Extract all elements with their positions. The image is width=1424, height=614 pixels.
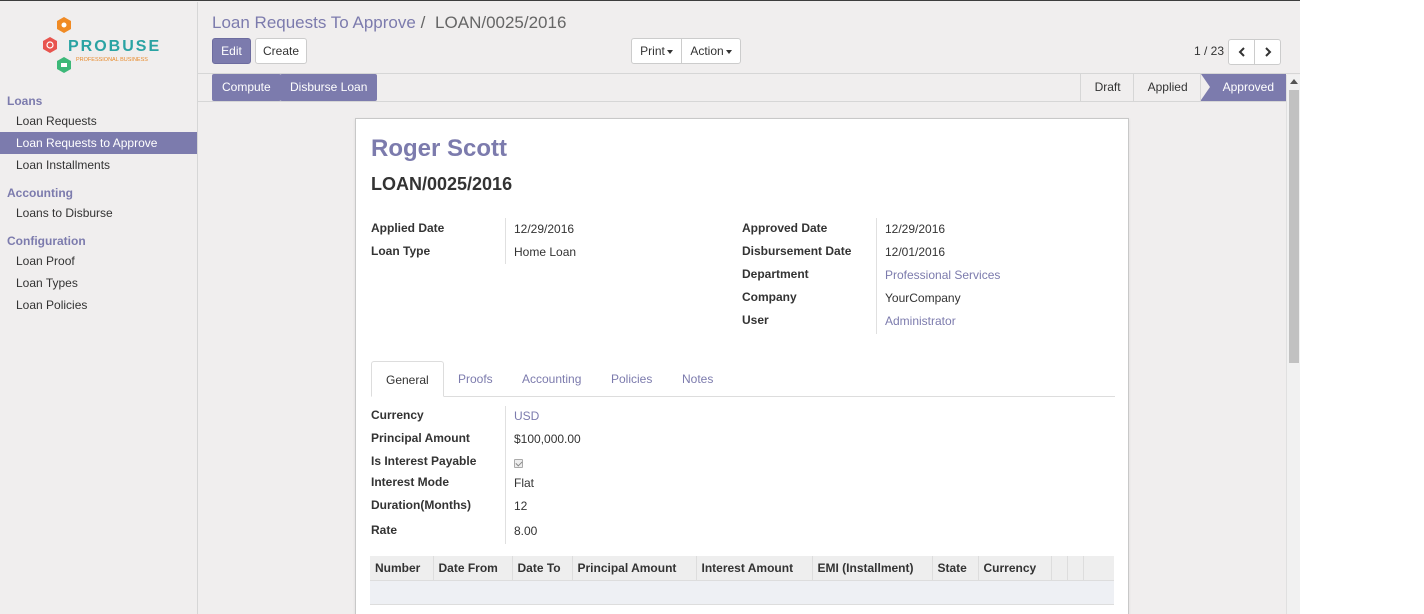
pager-value[interactable]: 1 / 23 xyxy=(1194,44,1224,58)
rate-label: Rate xyxy=(371,523,398,537)
interest-payable-checkbox[interactable] xyxy=(514,459,523,468)
brand-name: PROBUSE xyxy=(68,38,161,55)
tab-accounting[interactable]: Accounting xyxy=(522,361,581,397)
interest-mode-value: Flat xyxy=(514,476,535,490)
scroll-up-arrow-icon[interactable] xyxy=(1290,79,1298,84)
company-value: YourCompany xyxy=(885,291,961,305)
field-divider xyxy=(505,218,506,264)
employee-name: Roger Scott xyxy=(371,135,508,162)
caret-down-icon xyxy=(666,49,673,54)
form-sheet: Roger Scott LOAN/0025/2016 Applied Date … xyxy=(355,118,1129,614)
breadcrumb-parent[interactable]: Loan Requests To Approve xyxy=(212,13,416,32)
interest-mode-label: Interest Mode xyxy=(371,475,450,489)
caret-down-icon xyxy=(725,49,732,54)
loan-number: LOAN/0025/2016 xyxy=(371,174,513,194)
disbursement-date-label: Disbursement Date xyxy=(742,244,852,258)
action-dropdown[interactable]: Action xyxy=(681,38,741,64)
duration-value: 12 xyxy=(514,499,528,513)
column-principal-amount[interactable]: Principal Amount xyxy=(572,556,697,580)
applied-date-value: 12/29/2016 xyxy=(514,222,575,236)
app-window: PROBUSE PROFESSIONAL BUSINESS Loans Loan… xyxy=(0,0,1300,614)
stage-draft[interactable]: Draft xyxy=(1079,74,1133,101)
company-label: Company xyxy=(742,290,797,304)
approved-date-label: Approved Date xyxy=(742,221,828,235)
sidebar-section-configuration: Configuration xyxy=(7,234,86,248)
sidebar-item-loan-proof[interactable]: Loan Proof xyxy=(0,250,197,272)
chevron-left-icon xyxy=(1238,47,1245,57)
user-link[interactable]: Administrator xyxy=(885,314,956,328)
column-extra xyxy=(1051,556,1068,580)
sidebar: PROBUSE PROFESSIONAL BUSINESS Loans Loan… xyxy=(0,2,198,614)
sidebar-item-loan-policies[interactable]: Loan Policies xyxy=(0,294,197,316)
department-link[interactable]: Professional Services xyxy=(885,268,1000,282)
column-number[interactable]: Number xyxy=(370,556,434,580)
column-extra xyxy=(1083,556,1114,580)
stage-approved[interactable]: Approved xyxy=(1199,74,1286,101)
field-divider xyxy=(876,218,877,334)
create-button[interactable]: Create xyxy=(255,38,307,64)
department-label: Department xyxy=(742,267,809,281)
print-dropdown[interactable]: Print xyxy=(631,38,682,64)
installments-table: Number Date From Date To Principal Amoun… xyxy=(370,556,1114,605)
column-date-from[interactable]: Date From xyxy=(433,556,513,580)
disburse-loan-button[interactable]: Disburse Loan xyxy=(280,74,378,101)
loan-type-value: Home Loan xyxy=(514,245,577,259)
edit-button[interactable]: Edit xyxy=(212,38,251,64)
control-panel: Loan Requests To Approve / LOAN/0025/201… xyxy=(198,2,1300,74)
sidebar-section-accounting: Accounting xyxy=(7,186,73,200)
blank-area xyxy=(1300,0,1424,614)
column-currency[interactable]: Currency xyxy=(978,556,1052,580)
action-label: Action xyxy=(690,44,724,58)
chevron-right-icon xyxy=(1264,47,1271,57)
print-label: Print xyxy=(640,44,665,58)
sidebar-section-loans: Loans xyxy=(7,94,43,108)
duration-label: Duration(Months) xyxy=(371,498,471,512)
tab-general[interactable]: General xyxy=(371,361,444,397)
scrollbar-thumb[interactable] xyxy=(1289,90,1299,363)
column-date-to[interactable]: Date To xyxy=(512,556,573,580)
stage-pipeline: Draft Applied Approved xyxy=(1079,74,1286,101)
brand-tagline: PROFESSIONAL BUSINESS xyxy=(76,57,148,63)
disbursement-date-value: 12/01/2016 xyxy=(885,245,946,259)
notebook-tabs: General Proofs Accounting Policies Notes xyxy=(371,361,1115,397)
column-extra xyxy=(1067,556,1084,580)
scrollbar[interactable] xyxy=(1286,75,1300,614)
stage-applied[interactable]: Applied xyxy=(1132,74,1200,101)
table-row xyxy=(370,579,1114,605)
currency-label: Currency xyxy=(371,408,424,422)
sidebar-item-loan-installments[interactable]: Loan Installments xyxy=(0,154,197,176)
rate-value: 8.00 xyxy=(514,524,538,538)
interest-payable-label: Is Interest Payable xyxy=(371,454,477,468)
user-label: User xyxy=(742,313,769,327)
tab-policies[interactable]: Policies xyxy=(611,361,652,397)
column-interest-amount[interactable]: Interest Amount xyxy=(696,556,813,580)
breadcrumb: Loan Requests To Approve / LOAN/0025/201… xyxy=(212,13,566,33)
sidebar-item-loan-requests-to-approve[interactable]: Loan Requests to Approve xyxy=(0,132,197,154)
sidebar-item-loan-types[interactable]: Loan Types xyxy=(0,272,197,294)
currency-link[interactable]: USD xyxy=(514,409,539,423)
loan-type-label: Loan Type xyxy=(371,244,431,258)
statusbar: Compute Disburse Loan Draft Applied Appr… xyxy=(198,74,1286,102)
tab-proofs[interactable]: Proofs xyxy=(458,361,493,397)
applied-date-label: Applied Date xyxy=(371,221,445,235)
approved-date-value: 12/29/2016 xyxy=(885,222,946,236)
tab-notes[interactable]: Notes xyxy=(682,361,713,397)
table-header-row: Number Date From Date To Principal Amoun… xyxy=(370,556,1114,580)
empty-row xyxy=(370,579,1114,605)
column-emi[interactable]: EMI (Installment) xyxy=(812,556,933,580)
field-divider xyxy=(505,406,506,544)
sidebar-item-loans-to-disburse[interactable]: Loans to Disburse xyxy=(0,202,197,224)
compute-button[interactable]: Compute xyxy=(212,74,281,101)
principal-amount-label: Principal Amount xyxy=(371,431,470,445)
pager-next-button[interactable] xyxy=(1254,39,1281,65)
column-state[interactable]: State xyxy=(932,556,979,580)
pager-previous-button[interactable] xyxy=(1228,39,1255,65)
breadcrumb-separator: / xyxy=(420,13,426,32)
probuse-logo: PROBUSE PROFESSIONAL BUSINESS xyxy=(43,17,161,73)
principal-amount-value: $100,000.00 xyxy=(514,432,581,446)
sidebar-item-loan-requests[interactable]: Loan Requests xyxy=(0,110,197,132)
breadcrumb-current: LOAN/0025/2016 xyxy=(435,13,567,32)
